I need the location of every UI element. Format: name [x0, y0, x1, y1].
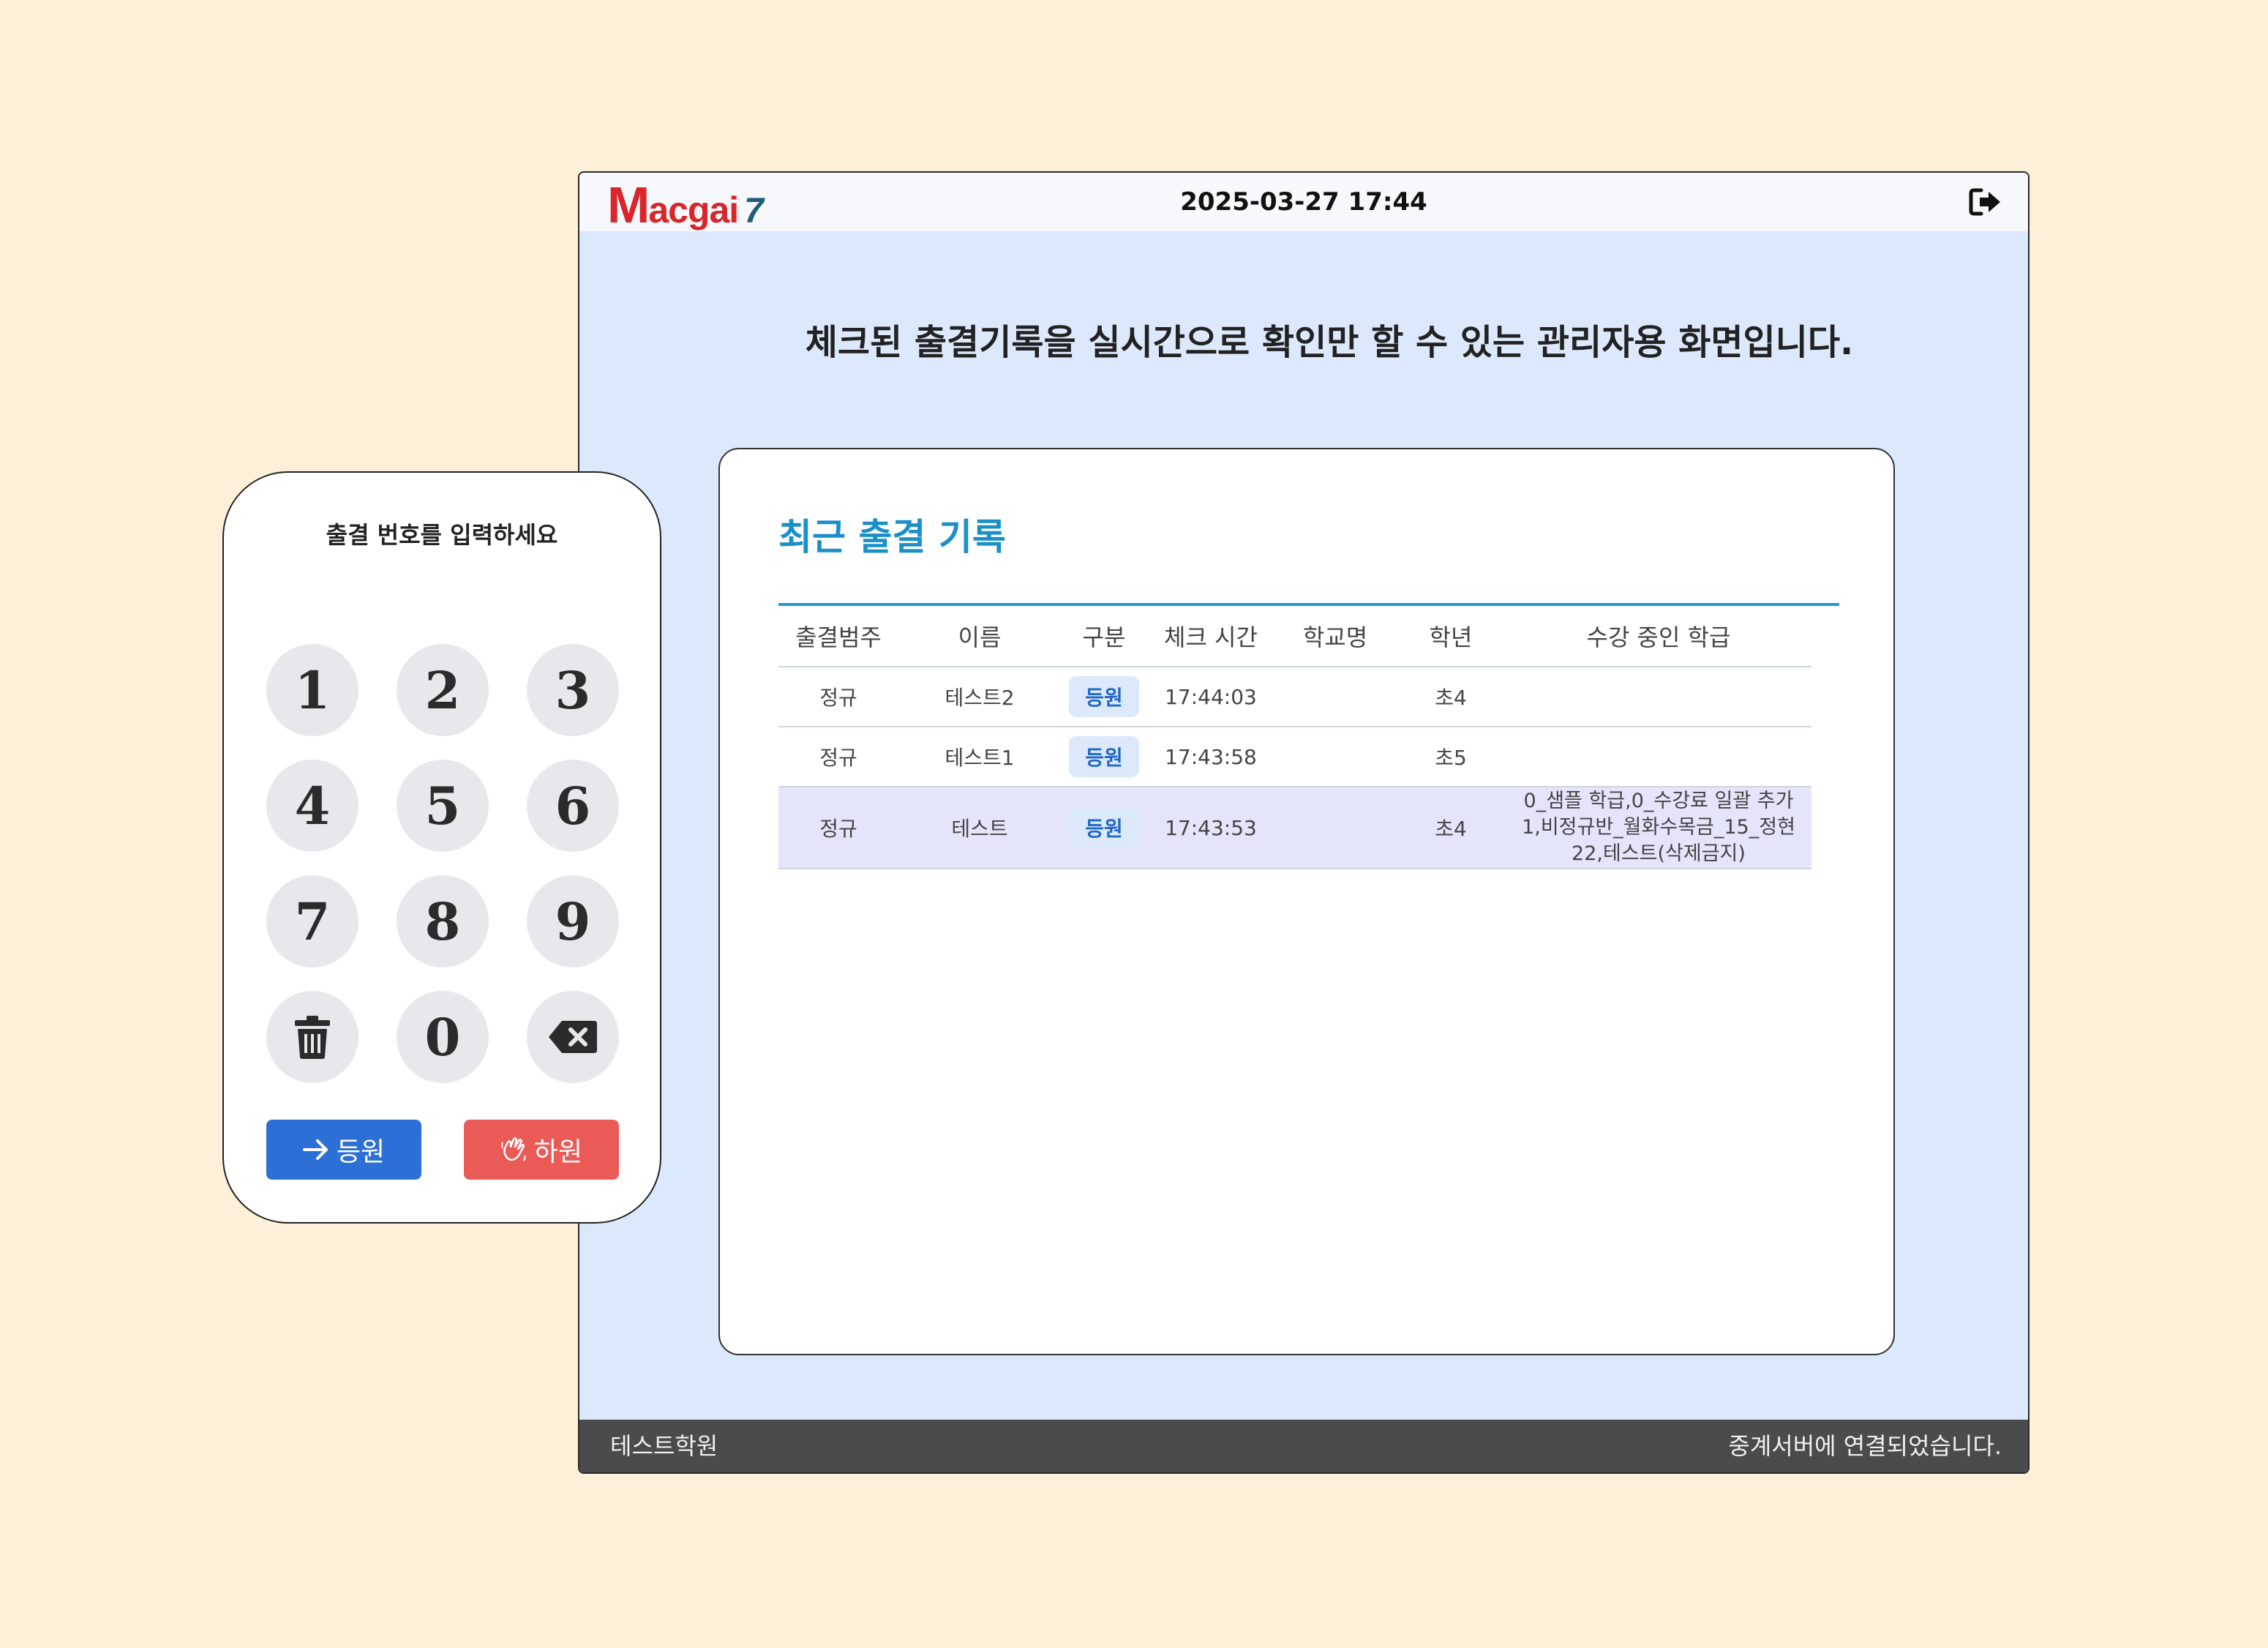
status-badge: 등원: [1069, 676, 1139, 717]
card-title: 최근 출결 기록: [778, 516, 1006, 558]
status-badge: 등원: [1069, 807, 1139, 848]
category-cell: 정규: [778, 787, 898, 869]
class-line: 1,비정규반_월화수목금_15_정현: [1522, 816, 1795, 839]
key-2[interactable]: 2: [397, 644, 489, 736]
backspace-icon: [549, 1021, 597, 1053]
name-cell: 테스트: [898, 787, 1061, 869]
grade-cell: 초4: [1396, 667, 1506, 727]
school-cell: [1274, 667, 1396, 727]
name-cell: 테스트2: [898, 667, 1061, 727]
keypad-panel: 출결 번호를 입력하세요 1 2 3 4 5 6 7 8 9 0 등원 하원: [222, 471, 661, 1224]
key-8[interactable]: 8: [397, 875, 489, 967]
keypad-title: 출결 번호를 입력하세요: [326, 521, 558, 549]
school-cell: [1274, 727, 1396, 787]
time-cell: 17:43:53: [1147, 787, 1274, 869]
grade-cell: 초5: [1396, 727, 1506, 787]
name-cell: 테스트1: [898, 727, 1061, 787]
trash-icon: [295, 1016, 330, 1059]
attendance-card: 최근 출결 기록 출결범주 이름 구분 체크 시간 학교명 학년 수강 중인 학…: [718, 448, 1895, 1355]
key-6[interactable]: 6: [527, 760, 619, 852]
academy-name: 테스트학원: [610, 1432, 718, 1460]
key-0[interactable]: 0: [397, 991, 489, 1083]
column-header: 구분: [1061, 606, 1147, 667]
table-row-selected[interactable]: 정규 테스트 등원 17:43:53 초4 0_샘플 학급,0_수강료 일괄 추…: [778, 787, 1811, 869]
checkout-button[interactable]: 하원: [464, 1120, 619, 1180]
arrow-right-icon: [302, 1139, 328, 1160]
checkout-label: 하원: [533, 1137, 583, 1167]
key-3[interactable]: 3: [527, 644, 619, 736]
top-bar: Macgai 7 2025-03-27 17:44: [579, 173, 2028, 233]
column-header: 이름: [898, 606, 1061, 667]
column-header: 출결범주: [778, 606, 898, 667]
attendance-table: 출결범주 이름 구분 체크 시간 학교명 학년 수강 중인 학급 정규 테스트2…: [778, 606, 1811, 869]
key-4[interactable]: 4: [266, 760, 358, 852]
class-line: 0_샘플 학급,0_수강료 일괄 추가: [1523, 790, 1794, 812]
time-cell: 17:44:03: [1147, 667, 1274, 727]
logout-icon[interactable]: [1968, 186, 2003, 218]
table-header-row: 출결범주 이름 구분 체크 시간 학교명 학년 수강 중인 학급: [778, 606, 1811, 667]
page-headline: 체크된 출결기록을 실시간으로 확인만 할 수 있는 관리자용 화면입니다.: [805, 322, 1854, 363]
classes-cell: [1506, 667, 1811, 727]
column-header: 체크 시간: [1147, 606, 1274, 667]
column-header: 학교명: [1274, 606, 1396, 667]
table-row[interactable]: 정규 테스트1 등원 17:43:58 초5: [778, 727, 1811, 787]
column-header: 학년: [1396, 606, 1506, 667]
admin-window: Macgai 7 2025-03-27 17:44 체크된 출결기록을 실시간으로…: [578, 171, 2029, 1474]
waving-hand-icon: [500, 1137, 526, 1161]
status-badge: 등원: [1069, 736, 1139, 777]
connection-status: 중계서버에 연결되었습니다.: [1728, 1432, 2002, 1460]
time-cell: 17:43:58: [1147, 727, 1274, 787]
status-footer: 테스트학원 중계서버에 연결되었습니다.: [579, 1420, 2028, 1472]
classes-cell: 0_샘플 학급,0_수강료 일괄 추가 1,비정규반_월화수목금_15_정현 2…: [1506, 787, 1811, 869]
current-datetime: 2025-03-27 17:44: [1180, 187, 1427, 217]
key-7[interactable]: 7: [266, 875, 358, 967]
table-row[interactable]: 정규 테스트2 등원 17:44:03 초4: [778, 667, 1811, 727]
school-cell: [1274, 787, 1396, 869]
key-5[interactable]: 5: [397, 760, 489, 852]
checkin-label: 등원: [336, 1137, 386, 1167]
category-cell: 정규: [778, 727, 898, 787]
category-cell: 정규: [778, 667, 898, 727]
clear-button[interactable]: [266, 991, 358, 1083]
class-line: 22,테스트(삭제금지): [1572, 842, 1746, 865]
grade-cell: 초4: [1396, 787, 1506, 869]
column-header: 수강 중인 학급: [1506, 606, 1811, 667]
key-9[interactable]: 9: [527, 875, 619, 967]
checkin-button[interactable]: 등원: [266, 1120, 421, 1180]
attendance-table-wrap: 출결범주 이름 구분 체크 시간 학교명 학년 수강 중인 학급 정규 테스트2…: [778, 603, 1839, 869]
backspace-button[interactable]: [527, 991, 619, 1083]
key-1[interactable]: 1: [266, 644, 358, 736]
classes-cell: [1506, 727, 1811, 787]
